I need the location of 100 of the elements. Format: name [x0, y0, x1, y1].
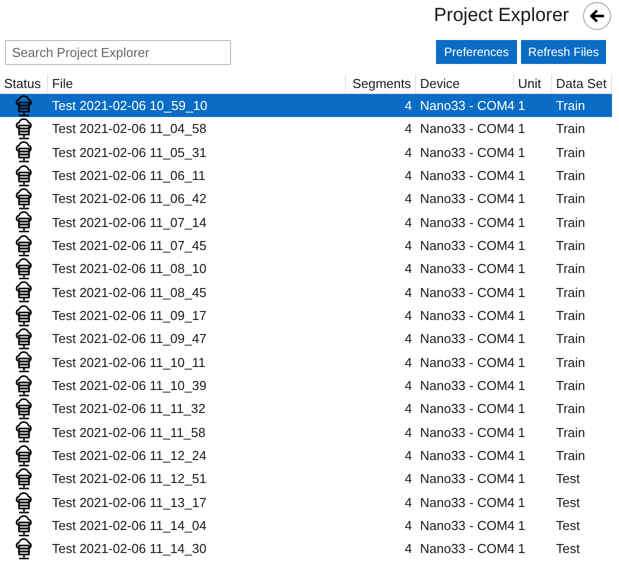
table-cell-text: Test 2021-02-06 11_11_32	[52, 400, 206, 418]
table-row[interactable]: Test 2021-02-06 11_11_58 4 Nano33 - COM4 1 Train	[0, 420, 612, 444]
table-cell-text: 1	[518, 377, 526, 396]
table-cell-text: 4	[404, 284, 412, 302]
table-cell-text: Nano33 - COM4	[420, 166, 515, 185]
table-row[interactable]: Test 2021-02-06 11_07_14 4 Nano33 - COM4 1 Train	[0, 210, 612, 234]
table-cell-text: 1	[518, 236, 526, 255]
table-cell-text: Test 2021-02-06 11_08_10	[52, 260, 206, 278]
table-row[interactable]: Test 2021-02-06 11_12_51 4 Nano33 - COM4 1 Test	[0, 468, 612, 491]
table-cell-text: Train	[556, 400, 586, 418]
table-cell-text: 1	[518, 96, 526, 115]
table-cell-text: 4	[404, 517, 412, 536]
table-cell-text: Test 2021-02-06 11_07_45	[52, 236, 206, 255]
table-cell-text: Nano33 - COM4	[420, 494, 515, 512]
table-cell-text: Train	[556, 447, 586, 466]
table-cell-text: Train	[556, 260, 586, 278]
table-row[interactable]: Test 2021-02-06 11_07_45 4 Nano33 - COM4 1 Train	[0, 234, 612, 258]
table-cell-text: Test 2021-02-06 11_07_14	[52, 214, 206, 232]
table-cell-text: Test 2021-02-06 11_14_04	[52, 517, 206, 536]
table-row[interactable]: Test 2021-02-06 11_13_17 4 Nano33 - COM4 1 Test	[0, 490, 612, 514]
table-cell-text: 1	[518, 517, 526, 536]
table-cell-text: 1	[518, 166, 526, 185]
table-cell-text: Test 2021-02-06 11_08_45	[52, 284, 206, 302]
table-row[interactable]: Test 2021-02-06 11_06_42 4 Nano33 - COM4 1 Train	[0, 187, 612, 211]
table-cell-text: Train	[556, 166, 586, 185]
table-cell-text: Train	[556, 96, 586, 115]
table-cell-text: 1	[518, 260, 526, 278]
column-header[interactable]: Device	[420, 74, 460, 94]
table-cell-text: Nano33 - COM4	[420, 424, 515, 442]
column-header[interactable]: File	[52, 74, 73, 94]
table-cell-text: 1	[518, 354, 526, 372]
table-row[interactable]: Test 2021-02-06 11_10_11 4 Nano33 - COM4 1 Train	[0, 350, 612, 374]
table-cell-text: Train	[556, 284, 586, 302]
table-cell-text: Test	[556, 540, 580, 558]
table-row[interactable]: Test 2021-02-06 11_05_31 4 Nano33 - COM4 1 Train	[0, 140, 612, 164]
table-cell-text: 1	[518, 424, 526, 442]
table-cell-text: Nano33 - COM4	[420, 284, 515, 302]
table-cell-text: 4	[404, 447, 412, 466]
toolbar-button[interactable]: Preferences	[436, 40, 517, 64]
table-cell-text: 4	[404, 120, 412, 138]
toolbar-button[interactable]: Refresh Files	[521, 40, 606, 64]
table-cell-text: Nano33 - COM4	[420, 120, 515, 138]
table-cell-text: 4	[404, 144, 412, 162]
table-row[interactable]: Test 2021-02-06 10_59_10 4 Nano33 - COM4 1 Train	[0, 94, 612, 118]
table-row[interactable]: Test 2021-02-06 11_10_39 4 Nano33 - COM4 1 Train	[0, 374, 612, 398]
column-header[interactable]: Data Set	[556, 74, 607, 94]
table-cell-text: 1	[518, 470, 526, 488]
table-cell-text: Nano33 - COM4	[420, 354, 515, 372]
table-cell-text: Train	[556, 214, 586, 232]
table-row[interactable]: Test 2021-02-06 11_06_11 4 Nano33 - COM4 1 Train	[0, 164, 612, 188]
table-cell-text: Test 2021-02-06 10_59_10	[52, 96, 208, 115]
table-cell-text: Nano33 - COM4	[420, 190, 515, 208]
table-cell-text: 4	[404, 307, 412, 326]
table-cell-text: 1	[518, 307, 526, 326]
table-cell-text: 4	[404, 494, 412, 512]
table-cell-text: Nano33 - COM4	[420, 400, 515, 418]
table-cell-text: Test 2021-02-06 11_14_30	[52, 540, 206, 558]
table-cell-text: Test 2021-02-06 11_05_31	[52, 144, 206, 162]
table-cell-text: Train	[556, 190, 586, 208]
table-cell-text: 1	[518, 540, 526, 558]
table-row[interactable]: Test 2021-02-06 11_08_10 4 Nano33 - COM4 1 Train	[0, 257, 612, 281]
column-header[interactable]: Segments	[352, 74, 411, 94]
table-row[interactable]: Test 2021-02-06 11_11_32 4 Nano33 - COM4 1 Train	[0, 397, 612, 421]
table-cell-text: Test 2021-02-06 11_06_11	[52, 166, 206, 185]
column-header[interactable]: Status	[4, 74, 41, 94]
table-cell-text: 4	[404, 540, 412, 558]
table-row[interactable]: Test 2021-02-06 11_09_47 4 Nano33 - COM4 1 Train	[0, 327, 612, 351]
table-cell-text: 4	[404, 377, 412, 396]
table-row[interactable]: Test 2021-02-06 11_08_45 4 Nano33 - COM4 1 Train	[0, 280, 612, 304]
table-cell-text: Train	[556, 144, 586, 162]
table-cell-text: Nano33 - COM4	[420, 517, 515, 536]
table-cell-text: Train	[556, 424, 586, 442]
table-cell-text: Nano33 - COM4	[420, 144, 515, 162]
table-cell-text: Test	[556, 470, 580, 488]
table-cell-text: 4	[404, 354, 412, 372]
table-cell-text: Test 2021-02-06 11_10_11	[52, 354, 206, 372]
table-cell-text: 4	[404, 260, 412, 278]
table-row[interactable]: Test 2021-02-06 11_04_58 4 Nano33 - COM4 1 Train	[0, 117, 612, 141]
table-cell-text: Nano33 - COM4	[420, 447, 515, 466]
table-cell-text: 4	[404, 400, 412, 418]
table-row[interactable]: Test 2021-02-06 11_09_17 4 Nano33 - COM4 1 Train	[0, 304, 612, 328]
table-row[interactable]: Test 2021-02-06 11_14_04 4 Nano33 - COM4 1 Test	[0, 514, 612, 538]
table-cell-text: Test 2021-02-06 11_12_51	[52, 470, 206, 488]
table-cell-text: Test 2021-02-06 11_09_17	[52, 307, 206, 326]
page-title: Project Explorer	[434, 4, 569, 28]
table-cell-text: 1	[518, 120, 526, 138]
back-button[interactable]	[583, 2, 611, 30]
table-cell-text: Nano33 - COM4	[420, 260, 515, 278]
column-header[interactable]: Unit	[518, 74, 542, 94]
table-cell-text: 4	[404, 470, 412, 488]
table-cell-text: Nano33 - COM4	[420, 470, 515, 488]
table-row[interactable]: Test 2021-02-06 11_12_24 4 Nano33 - COM4 1 Train	[0, 444, 612, 468]
table-row[interactable]: Test 2021-02-06 11_14_30 4 Nano33 - COM4 1 Test	[0, 538, 612, 561]
table-cell-text: Nano33 - COM4	[420, 236, 515, 255]
back-arrow-icon	[589, 9, 605, 23]
table-cell-text: Train	[556, 236, 586, 255]
table-cell-text: Test 2021-02-06 11_04_58	[52, 120, 206, 138]
table-cell-text: 1	[518, 447, 526, 466]
table-cell-text: 1	[518, 400, 526, 418]
search-field[interactable]: Search Project Explorer	[5, 40, 231, 64]
